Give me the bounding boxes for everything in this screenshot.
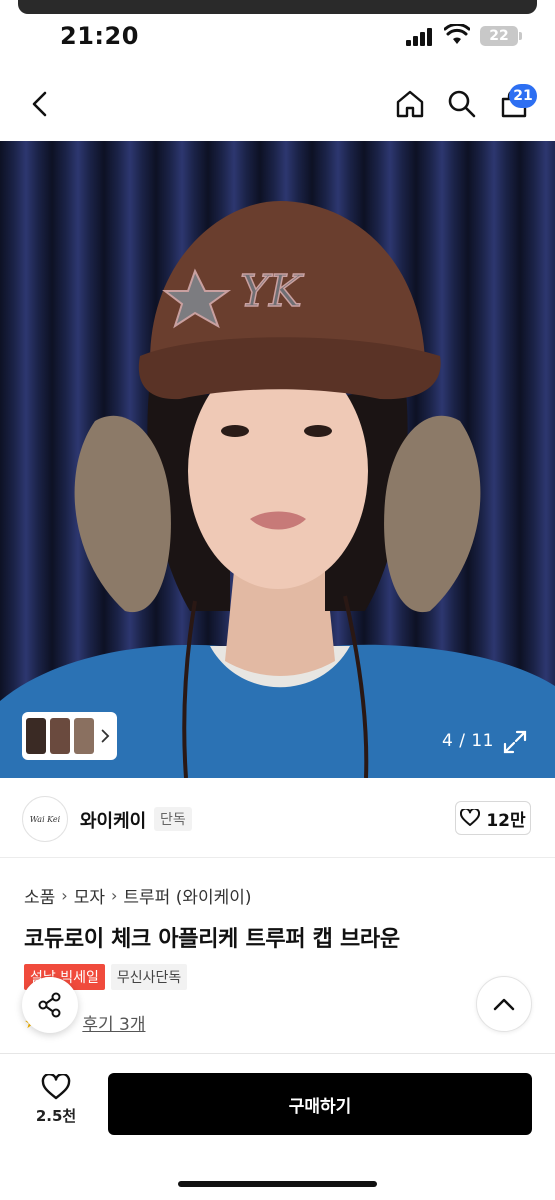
brand-logo[interactable]: Wai Kei bbox=[22, 796, 68, 842]
back-button[interactable] bbox=[22, 86, 58, 122]
home-button[interactable] bbox=[390, 84, 430, 124]
share-button[interactable] bbox=[22, 977, 78, 1033]
heart-outline-icon bbox=[460, 809, 481, 826]
wishlist-button[interactable]: 2.5천 bbox=[26, 1074, 86, 1136]
bottom-bar: 2.5천 구매하기 bbox=[0, 1053, 555, 1200]
chevron-right-icon bbox=[102, 729, 110, 743]
thumbnail-1[interactable] bbox=[26, 718, 47, 754]
buy-button[interactable]: 구매하기 bbox=[108, 1073, 532, 1135]
battery-tip bbox=[519, 32, 522, 40]
brand-like-button[interactable]: 12만 bbox=[455, 801, 531, 835]
brand-like-count: 12만 bbox=[486, 810, 526, 831]
scroll-top-button[interactable] bbox=[476, 976, 532, 1032]
top-sliver bbox=[18, 0, 537, 14]
exclusive-store-tag: 무신사단독 bbox=[110, 964, 188, 990]
thumbnail-3[interactable] bbox=[74, 718, 95, 754]
svg-text:YK: YK bbox=[240, 266, 304, 317]
status-bar: 21:20 22 bbox=[0, 0, 555, 70]
share-icon bbox=[38, 992, 61, 1018]
search-icon bbox=[448, 90, 476, 118]
thumbnail-2[interactable] bbox=[50, 718, 71, 754]
breadcrumb-item[interactable]: 소품 bbox=[24, 883, 55, 908]
model-with-hat-illustration: YK bbox=[0, 201, 555, 778]
search-button[interactable] bbox=[442, 84, 482, 124]
breadcrumb-item[interactable]: 트루퍼 (와이케이) bbox=[123, 883, 251, 908]
chevron-up-icon bbox=[493, 998, 515, 1011]
brand-name[interactable]: 와이케이 bbox=[80, 807, 146, 833]
thumbnail-strip[interactable] bbox=[22, 712, 117, 760]
back-icon bbox=[32, 91, 47, 117]
breadcrumb-item[interactable]: 모자 bbox=[74, 883, 105, 908]
home-indicator bbox=[178, 1181, 377, 1187]
image-page-counter: 4 / 11 bbox=[442, 731, 494, 751]
chevron-right-icon: › bbox=[61, 886, 68, 905]
review-link[interactable]: 후기 3개 bbox=[82, 1010, 145, 1035]
product-image[interactable]: YK 4 / 11 bbox=[0, 141, 555, 778]
wishlist-count: 2.5천 bbox=[35, 1107, 77, 1125]
home-icon bbox=[396, 90, 424, 118]
product-title: 코듀로이 체크 아플리케 트루퍼 캡 브라운 bbox=[24, 927, 400, 952]
status-time: 21:20 bbox=[60, 22, 139, 50]
expand-icon[interactable] bbox=[502, 729, 528, 755]
wifi-icon bbox=[444, 24, 470, 44]
battery-icon: 22 bbox=[480, 26, 518, 46]
exclusive-tag: 단독 bbox=[154, 807, 192, 831]
heart-outline-icon bbox=[41, 1074, 71, 1100]
nav-bar: 21 bbox=[0, 70, 555, 140]
signal-icon bbox=[406, 28, 436, 46]
chevron-right-icon: › bbox=[110, 886, 118, 905]
cart-badge: 21 bbox=[509, 84, 537, 108]
brand-row: Wai Kei 와이케이 단독 12만 bbox=[0, 778, 555, 858]
breadcrumb: 소품 › 모자 › 트루퍼 (와이케이) bbox=[24, 883, 252, 908]
